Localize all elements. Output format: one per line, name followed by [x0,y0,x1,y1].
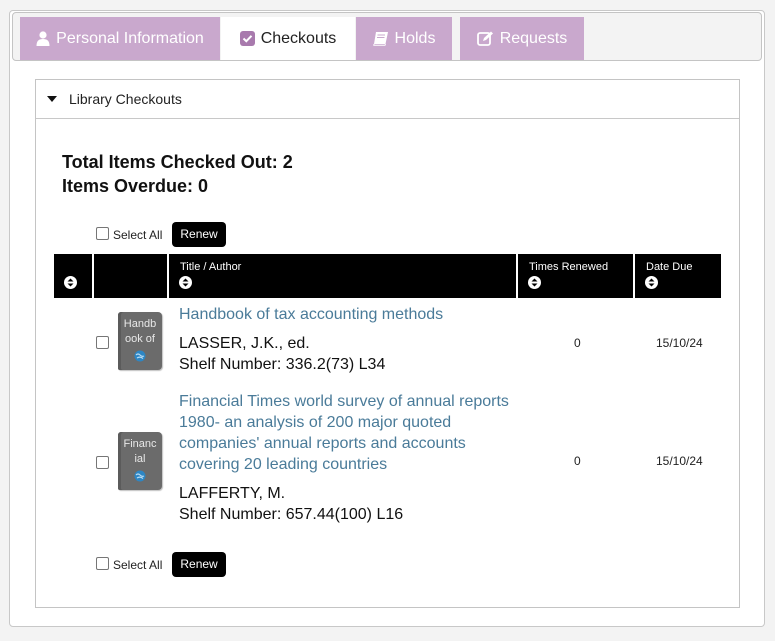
column-header-select[interactable] [54,254,92,298]
column-header-title-author[interactable]: Title / Author [169,254,516,298]
table-row: Financ ial Financial Times world survey … [36,390,739,530]
tab-holds[interactable]: Holds [356,17,452,60]
tab-label: Checkouts [260,29,337,47]
section-toggle[interactable]: Library Checkouts [36,80,739,119]
row-checkbox[interactable] [96,456,109,469]
column-label: Title / Author [180,261,242,273]
section-title: Library Checkouts [69,91,182,107]
select-all-label: Select All [113,557,163,572]
sort-icon[interactable] [179,276,192,292]
sort-icon[interactable] [528,276,541,292]
tab-personal-information[interactable]: Personal Information [20,17,220,60]
edit-icon [476,31,494,46]
item-author: LASSER, J.K., ed. [179,335,310,352]
column-label: Times Renewed [529,261,609,273]
book-cover[interactable]: Handb ook of [118,312,162,370]
bulk-controls-bottom: Select All Renew [96,552,226,577]
times-renewed: 0 [574,454,581,468]
column-header-date-due[interactable]: Date Due [635,254,721,298]
renew-button[interactable]: Renew [172,222,226,247]
item-author: LAFFERTY, M. [179,485,286,502]
select-all-label: Select All [113,227,163,242]
select-all-checkbox[interactable] [96,227,109,240]
table-row: Handb ook of Handbook of tax accounting … [36,300,739,380]
book-icon [372,31,389,46]
select-all-checkbox[interactable] [96,557,109,570]
tab-label: Holds [394,29,436,47]
column-header-cover [94,254,167,298]
globe-icon [134,350,146,362]
column-header-times-renewed[interactable]: Times Renewed [518,254,633,298]
date-due: 15/10/24 [656,336,703,350]
cover-text: Financ ial [123,438,157,465]
items-overdue: Items Overdue: 0 [62,176,209,196]
total-checked-out: Total Items Checked Out: 2 [62,152,293,172]
bulk-controls-top: Select All Renew [96,222,226,247]
item-title-link[interactable]: Handbook of tax accounting methods [179,304,519,325]
times-renewed: 0 [574,336,581,350]
date-due: 15/10/24 [656,454,703,468]
tab-label: Requests [499,29,568,47]
sort-icon[interactable] [645,276,658,292]
cover-text: Handb ook of [123,318,157,345]
sort-icon[interactable] [64,276,77,292]
library-checkouts-panel: Library Checkouts Total Items Checked Ou… [35,79,740,608]
checkbox-checked-icon [239,31,255,46]
user-icon [36,31,50,46]
checkout-summary: Total Items Checked Out: 2 Items Overdue… [62,150,293,198]
column-label: Date Due [646,261,693,273]
caret-down-icon [47,96,57,102]
item-title-link[interactable]: Financial Times world survey of annual r… [179,391,519,475]
item-shelf-number: Shelf Number: 336.2(73) L34 [179,356,386,373]
item-shelf-number: Shelf Number: 657.44(100) L16 [179,506,404,523]
tab-requests[interactable]: Requests [460,17,584,60]
tab-checkouts[interactable]: Checkouts [221,17,355,60]
book-cover[interactable]: Financ ial [118,432,162,490]
table-header: Title / Author Times Renewed Date Due [54,254,721,298]
globe-icon [134,470,146,482]
tab-label: Personal Information [56,29,204,47]
renew-button[interactable]: Renew [172,552,226,577]
row-checkbox[interactable] [96,336,109,349]
